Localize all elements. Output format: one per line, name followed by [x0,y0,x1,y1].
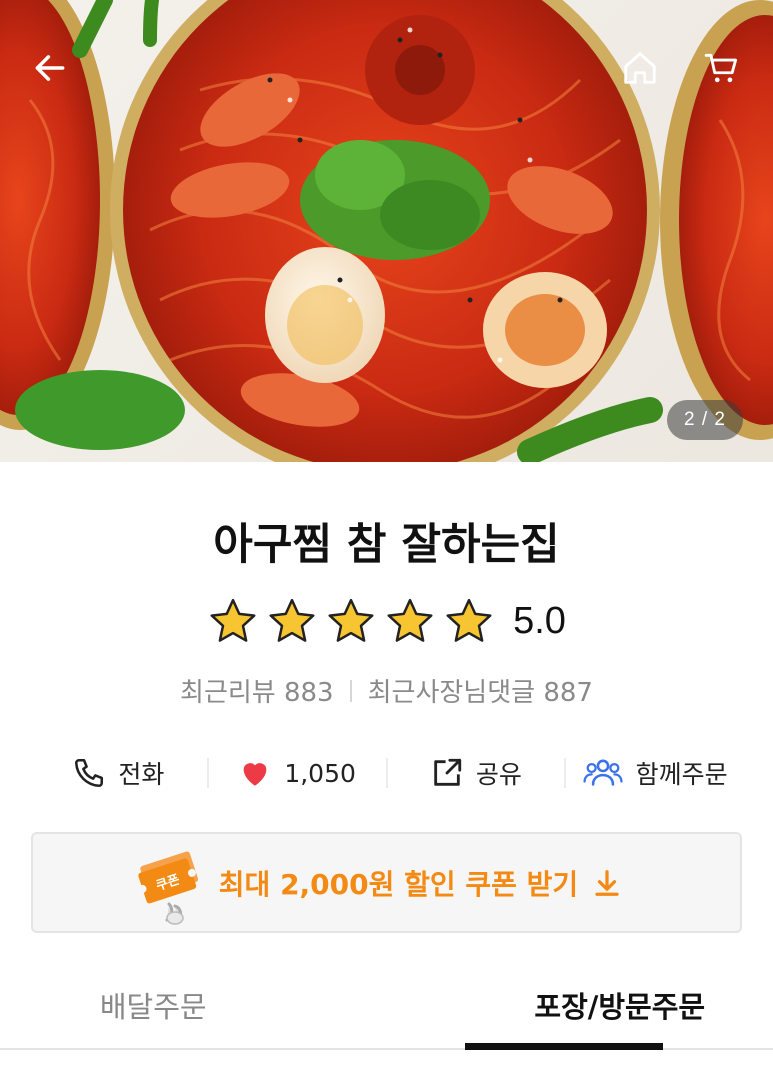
coupon-download-button[interactable]: 쿠폰 최대 2,000원 할인 쿠폰 받기 [31,832,742,933]
rating-value: 5.0 [513,599,566,642]
star-rating [207,596,495,646]
star-icon [328,598,374,642]
download-arrow-icon [595,869,619,896]
cart-icon [704,53,738,83]
heart-icon [243,763,267,786]
star-icon [446,598,492,642]
cart-button[interactable] [698,44,746,92]
phone-icon [75,758,104,788]
group-order-button[interactable]: 함께주문 [566,748,743,798]
recent-reviews-link[interactable]: 최근리뷰 883 [180,672,334,709]
call-button[interactable]: 전화 [30,748,207,798]
arrow-left-icon [35,55,65,81]
divider [349,679,352,702]
owner-replies-link[interactable]: 최근사장님댓글 887 [368,672,593,709]
action-bar: 전화 1,050 공유 함께주문 [30,748,743,798]
coupon-content: 쿠폰 최대 2,000원 할인 쿠폰 받기 [131,840,622,926]
favorite-count: 1,050 [284,758,356,788]
hero-image-carousel[interactable]: 2 / 2 [0,0,773,462]
star-icon [387,598,433,642]
review-stats: 최근리뷰 883 최근사장님댓글 887 [0,672,773,709]
coupon-label: 최대 2,000원 할인 쿠폰 받기 [218,867,579,901]
call-label: 전화 [118,760,165,789]
back-button[interactable] [26,44,74,92]
group-order-icon [583,759,623,786]
share-label: 공유 [475,760,522,789]
order-type-tabs: 배달주문 포장/방문주문 [0,970,773,1050]
group-order-label: 함께주문 [635,760,728,789]
store-name: 아구찜 참 잘하는집 [213,520,560,570]
tab-delivery[interactable]: 배달주문 [0,970,387,1048]
carousel-page-indicator: 2 / 2 [667,400,743,440]
star-icon [269,598,315,642]
share-icon [434,758,462,786]
coupon-ticket-icon: 쿠폰 [138,850,198,925]
share-button[interactable]: 공유 [388,748,565,798]
tab-pickup[interactable]: 포장/방문주문 [387,970,773,1050]
favorite-button[interactable]: 1,050 [209,748,386,798]
home-icon [624,52,656,84]
star-icon [210,598,256,642]
rating-row: 5.0 [0,596,773,646]
home-button[interactable] [616,44,664,92]
